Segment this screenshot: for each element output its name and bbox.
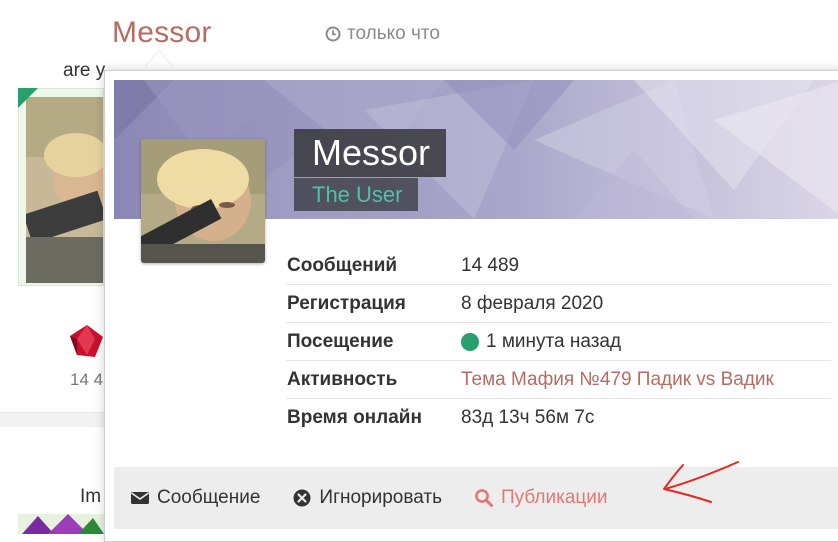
post-time-text: только что [347, 23, 440, 44]
stat-label: Посещение [287, 330, 394, 352]
popup-pointer [145, 50, 173, 66]
profile-name: Messor [294, 129, 447, 177]
stat-label: Сообщений [287, 254, 398, 276]
stat-row-activity: Активность Тема Мафия №479 Падик vs Вади… [286, 361, 831, 399]
ignore-button[interactable]: Игнорировать [292, 487, 442, 509]
post-text: are y [63, 60, 106, 81]
message-button-label: Сообщение [157, 487, 261, 508]
post-timestamp: только что [325, 23, 440, 45]
post-author-link[interactable]: Messor [112, 16, 212, 50]
stat-row-last-visit: Посещение 1 минута назад [286, 323, 831, 361]
profile-role: The User [294, 178, 419, 211]
stat-row-registration: Регистрация 8 февраля 2020 [286, 285, 831, 323]
post-author-avatar[interactable] [18, 88, 104, 286]
post-divider [0, 412, 104, 427]
stat-row-online-time: Время онлайн 83д 13ч 56м 7с [286, 399, 831, 436]
stat-value: 8 февраля 2020 [461, 292, 604, 314]
annotation-arrow-icon [663, 461, 739, 503]
stat-value: 1 минута назад [486, 330, 622, 352]
envelope-icon [131, 492, 149, 504]
search-icon [475, 489, 493, 507]
profile-stats: Сообщений 14 489 Регистрация 8 февраля 2… [286, 247, 831, 436]
stat-label: Активность [287, 368, 398, 390]
stat-value-wrap: 1 минута назад [461, 331, 621, 353]
publications-button[interactable]: Публикации [474, 487, 608, 509]
avatar-image [26, 97, 103, 283]
publications-button-label: Публикации [501, 487, 608, 508]
stat-value: 14 489 [461, 254, 520, 276]
clock-icon [325, 26, 341, 42]
avatar-corner-badge [18, 88, 38, 108]
rank-gem-icon [70, 325, 103, 357]
activity-topic-link[interactable]: Тема Мафия №479 Падик vs Вадик [461, 369, 774, 391]
ignore-button-label: Игнорировать [319, 487, 442, 508]
stat-value: 83д 13ч 56м 7с [461, 406, 595, 428]
stat-label: Регистрация [287, 292, 406, 314]
online-status-icon [461, 332, 479, 351]
next-post-text: Im [80, 486, 102, 507]
post-count-fragment: 14 4 [70, 370, 104, 389]
profile-avatar[interactable] [141, 139, 265, 263]
stat-label: Время онлайн [287, 406, 422, 428]
ignore-icon [293, 489, 311, 507]
next-post-avatar[interactable] [18, 514, 104, 534]
message-button[interactable]: Сообщение [130, 487, 260, 509]
stat-row-posts: Сообщений 14 489 [286, 247, 831, 285]
